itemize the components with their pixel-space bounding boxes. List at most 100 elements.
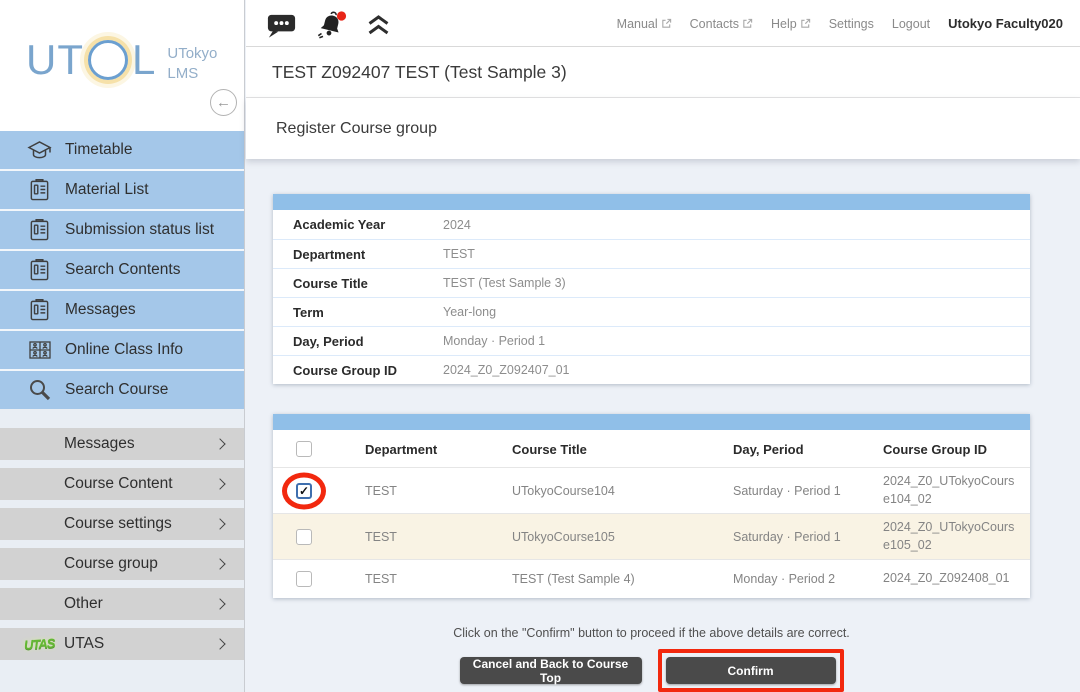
column-header-course-group-id: Course Group ID (883, 442, 1030, 457)
chevron-right-icon (214, 598, 225, 609)
details-label: Academic Year (293, 217, 443, 232)
sidebar-main-menu: Timetable Material List Submission status … (0, 131, 244, 409)
sidebar-item-label: UTAS (64, 635, 104, 653)
arrow-left-icon: ← (216, 94, 231, 111)
topbar-link-logout[interactable]: Logout (892, 17, 930, 31)
action-buttons: Cancel and Back to Course Top Confirm (273, 649, 1030, 692)
sidebar: UTL UTokyo LMS ← Timetable Material List S… (0, 0, 245, 692)
course-group-id-cell: 2024_Z0_Z092408_01 (883, 565, 1030, 593)
topbar-link-manual[interactable]: Manual (617, 17, 672, 31)
page-title: TEST Z092407 TEST (Test Sample 3) (272, 62, 567, 83)
sidebar-item-timetable[interactable]: Timetable (0, 131, 244, 169)
sidebar-item-course-content[interactable]: Course Content (0, 468, 244, 500)
sidebar-item-label: Course group (64, 555, 158, 573)
row-checkbox-cell: ✓ (273, 468, 365, 513)
topbar-link-label: Manual (617, 17, 658, 31)
graduation-cap-icon (26, 137, 53, 164)
topbar-link-settings[interactable]: Settings (829, 17, 874, 31)
topbar-icons (246, 10, 392, 41)
notification-bell-icon[interactable] (314, 10, 349, 41)
details-label: Day, Period (293, 334, 443, 349)
sidebar-item-online-class-info[interactable]: Online Class Info (0, 331, 244, 369)
select-all-checkbox[interactable] (296, 441, 312, 457)
topbar-link-label: Contacts (690, 17, 739, 31)
details-row-term: TermYear-long (273, 297, 1030, 326)
row-checkbox[interactable] (296, 571, 312, 587)
sidebar-item-label: Messages (64, 435, 135, 453)
chevron-right-icon (214, 438, 225, 449)
department-cell: TEST (365, 530, 512, 544)
details-row-course-group-id: Course Group ID2024_Z0_Z092407_01 (273, 355, 1030, 384)
details-value: TEST (443, 247, 1030, 261)
details-row-day-period: Day, PeriodMonday · Period 1 (273, 326, 1030, 355)
course-title-cell: UTokyoCourse104 (512, 484, 733, 498)
collapse-topbar-icon[interactable] (365, 14, 392, 36)
section-title: Register Course group (276, 120, 437, 138)
chevron-right-icon (214, 558, 225, 569)
details-label: Course Group ID (293, 363, 443, 378)
cancel-button[interactable]: Cancel and Back to Course Top (460, 657, 642, 684)
chevron-right-icon (214, 478, 225, 489)
column-header-course-title: Course Title (512, 442, 733, 457)
course-group-table: Department Course Title Day, Period Cour… (273, 414, 1030, 598)
details-label: Course Title (293, 276, 443, 291)
details-value: 2024_Z0_Z092407_01 (443, 363, 1030, 377)
sidebar-item-label: Search Contents (65, 261, 180, 279)
table-header-row: Department Course Title Day, Period Cour… (273, 430, 1030, 467)
clipboard-icon (26, 217, 53, 244)
details-row-academic-year: Academic Year2024 (273, 210, 1030, 239)
sidebar-item-other[interactable]: Other (0, 588, 244, 620)
sidebar-item-utas[interactable]: UTAS UTAS (0, 628, 244, 660)
course-group-row: TESTTEST (Test Sample 4)Monday · Period … (273, 559, 1030, 598)
topbar-link-label: Settings (829, 17, 874, 31)
confirm-button[interactable]: Confirm (666, 657, 836, 684)
row-checkbox[interactable] (296, 529, 312, 545)
sidebar-item-course-settings[interactable]: Course settings (0, 508, 244, 540)
details-label: Department (293, 247, 443, 262)
utas-logo-icon: UTAS (24, 635, 55, 652)
sidebar-item-search-contents[interactable]: Search Contents (0, 251, 244, 289)
utol-logo-text: UTL (26, 36, 156, 84)
details-row-course-title: Course TitleTEST (Test Sample 3) (273, 268, 1030, 297)
details-value: 2024 (443, 218, 1030, 232)
sidebar-item-submission-status-list[interactable]: Submission status list (0, 211, 244, 249)
logo-text-l: L (132, 36, 156, 84)
sidebar-item-search-course[interactable]: Search Course (0, 371, 244, 409)
sidebar-course-menu: Messages Course Content Course settings Cou… (0, 428, 244, 660)
confirm-instruction: Click on the "Confirm" button to proceed… (273, 626, 1030, 640)
content: Academic Year2024DepartmentTESTCourse Ti… (246, 159, 1080, 692)
course-title-cell: TEST (Test Sample 4) (512, 572, 733, 586)
course-group-row: TESTUTokyoCourse105Saturday · Period 120… (273, 513, 1030, 559)
external-link-icon (661, 18, 672, 29)
logo-o-circle-icon (88, 40, 128, 80)
column-header-department: Department (365, 442, 512, 457)
day-period-cell: Monday · Period 2 (733, 572, 883, 586)
sidebar-item-label: Timetable (65, 141, 132, 159)
topbar-links: ManualContactsHelpSettingsLogout Utokyo … (617, 0, 1063, 47)
sidebar-logo-area: UTL UTokyo LMS ← (0, 0, 244, 131)
details-row-department: DepartmentTEST (273, 239, 1030, 268)
sidebar-item-label: Other (64, 595, 103, 613)
topbar-link-contacts[interactable]: Contacts (690, 17, 753, 31)
section-band: Register Course group (246, 98, 1080, 159)
sidebar-item-messages[interactable]: Messages (0, 291, 244, 329)
clipboard-icon (26, 297, 53, 324)
sidebar-collapse-button[interactable]: ← (210, 89, 237, 116)
sidebar-item-label: Material List (65, 181, 149, 199)
sidebar-item-messages[interactable]: Messages (0, 428, 244, 460)
panel-header-strip (273, 194, 1030, 210)
course-group-id-cell: 2024_Z0_UTokyoCourse104_02 (883, 468, 1030, 513)
chevron-right-icon (214, 518, 225, 529)
utol-logo: UTL UTokyo LMS (26, 36, 217, 84)
select-all-cell (273, 430, 365, 468)
sidebar-item-course-group[interactable]: Course group (0, 548, 244, 580)
course-group-row: ✓TESTUTokyoCourse104Saturday · Period 12… (273, 467, 1030, 513)
row-checkbox-cell (273, 514, 365, 559)
chat-icon[interactable] (265, 12, 298, 39)
table-header-strip (273, 414, 1030, 430)
chevron-right-icon (214, 638, 225, 649)
topbar-link-help[interactable]: Help (771, 17, 811, 31)
sidebar-item-material-list[interactable]: Material List (0, 171, 244, 209)
course-details-panel: Academic Year2024DepartmentTESTCourse Ti… (273, 194, 1030, 384)
row-checkbox[interactable]: ✓ (296, 483, 312, 499)
